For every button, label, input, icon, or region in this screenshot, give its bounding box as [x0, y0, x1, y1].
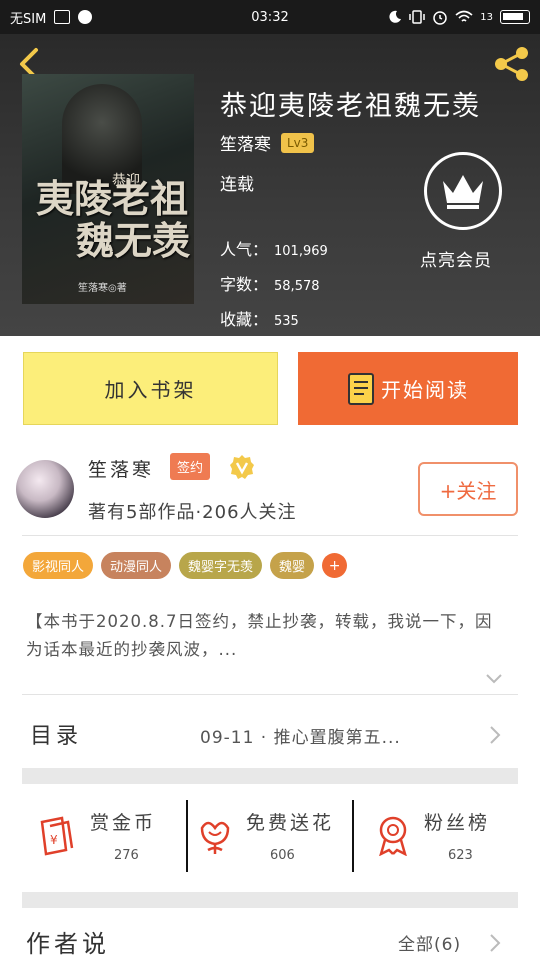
chevron-right-icon[interactable]: [488, 932, 502, 954]
chevron-right-icon[interactable]: [488, 724, 502, 746]
medal-icon: [379, 816, 407, 856]
cover-title-line1: 夷陵老祖: [36, 176, 189, 221]
author-avatar[interactable]: [16, 460, 74, 518]
start-reading-label: 开始阅读: [381, 378, 469, 402]
battery-icon: [500, 10, 530, 24]
view-all-link[interactable]: 全部(6): [398, 930, 461, 955]
header-author-row: 笙落寒 Lv3: [220, 130, 315, 155]
cover-title-line2: 魏无羡: [76, 218, 191, 263]
stat-separator: [352, 800, 354, 872]
reward-coins-button[interactable]: ¥ 赏金币 276: [38, 800, 178, 870]
tag-chip[interactable]: 动漫同人: [101, 552, 172, 579]
sim-card-icon: [54, 10, 71, 24]
latest-chapter[interactable]: 09-11 · 推心置腹第五...: [200, 723, 401, 748]
wordcount-stat: 字数： 58,578: [220, 271, 320, 295]
stat-label: 免费送花: [246, 812, 335, 834]
fan-ranking-button[interactable]: 粉丝榜 623: [372, 800, 518, 870]
tag-chip[interactable]: 魏婴: [270, 552, 315, 579]
carrier-label: 无SIM: [10, 11, 47, 27]
author-name[interactable]: 笙落寒: [88, 455, 154, 482]
start-reading-button[interactable]: 开始阅读: [298, 352, 518, 425]
popularity-stat: 人气： 101,969: [220, 236, 328, 260]
signed-badge: 签约: [170, 453, 211, 480]
more-tags-button[interactable]: +: [322, 553, 348, 578]
divider: [22, 535, 518, 536]
tag-chip[interactable]: 影视同人: [23, 552, 94, 579]
red-envelope-icon: ¥: [40, 816, 74, 856]
header-author-name[interactable]: 笙落寒: [220, 130, 271, 155]
stat-value: 623: [448, 848, 473, 863]
moon-icon: [389, 10, 402, 23]
stat-value: 276: [114, 848, 139, 863]
cover-author-credit: 笙落寒◎著: [78, 283, 127, 294]
stat-label: 人气：: [220, 240, 269, 259]
level-badge: Lv3: [281, 132, 315, 153]
crown-icon: [443, 175, 483, 209]
serial-status: 连载: [220, 175, 254, 195]
circle-app-icon: [78, 10, 93, 24]
vip-label[interactable]: 点亮会员: [420, 246, 492, 271]
divider: [22, 694, 518, 695]
book-detail-page: 无SIM 03:32 13 恭迎 夷陵老祖 魏无羡 笙落寒◎著 恭迎夷陵老祖魏无…: [0, 0, 540, 960]
stat-value: 606: [270, 848, 295, 863]
stat-label: 粉丝榜: [424, 812, 491, 834]
stat-label: 字数：: [220, 275, 269, 294]
section-separator: [22, 768, 518, 784]
stat-separator: [186, 800, 188, 872]
cover-title: 夷陵老祖 魏无羡: [36, 178, 190, 262]
book-icon: [348, 372, 374, 405]
book-cover[interactable]: 恭迎 夷陵老祖 魏无羡 笙落寒◎著: [22, 74, 194, 304]
signal-label: 13: [480, 11, 493, 23]
wifi-icon: [455, 10, 473, 22]
book-description[interactable]: 【本书于2020.8.7日签约，禁止抄袭，转载，我说一下，因为话本最近的抄袭风波…: [26, 608, 506, 664]
tag-chip[interactable]: 魏婴字无羡: [179, 552, 263, 579]
author-meta: 著有5部作品·206人关注: [88, 502, 297, 523]
stat-label: 收藏：: [220, 310, 269, 329]
section-separator: [22, 892, 518, 908]
stat-value: 58,578: [274, 279, 320, 294]
vip-button[interactable]: [424, 152, 502, 230]
favorites-stat: 收藏： 535: [220, 306, 299, 330]
verified-v-icon: [230, 455, 254, 479]
vibrate-icon: [409, 10, 426, 24]
alarm-icon: [433, 11, 448, 25]
chevron-down-icon[interactable]: [484, 672, 504, 686]
stat-value: 101,969: [274, 244, 328, 259]
book-title: 恭迎夷陵老祖魏无羡: [220, 91, 481, 122]
stat-label: 赏金币: [90, 812, 157, 834]
toc-label[interactable]: 目录: [30, 718, 82, 750]
flower-icon: [200, 821, 230, 854]
tag-list: 影视同人 动漫同人 魏婴字无羡 魏婴 +: [23, 552, 348, 579]
add-to-shelf-button[interactable]: 加入书架: [23, 352, 278, 425]
follow-button[interactable]: +关注: [418, 462, 518, 516]
svg-text:¥: ¥: [50, 833, 58, 847]
share-icon[interactable]: [492, 44, 532, 84]
status-bar: 无SIM 03:32 13: [0, 0, 540, 34]
stat-value: 535: [274, 314, 299, 329]
author-says-title: 作者说: [26, 930, 110, 958]
free-flower-button[interactable]: 免费送花 606: [194, 800, 350, 870]
